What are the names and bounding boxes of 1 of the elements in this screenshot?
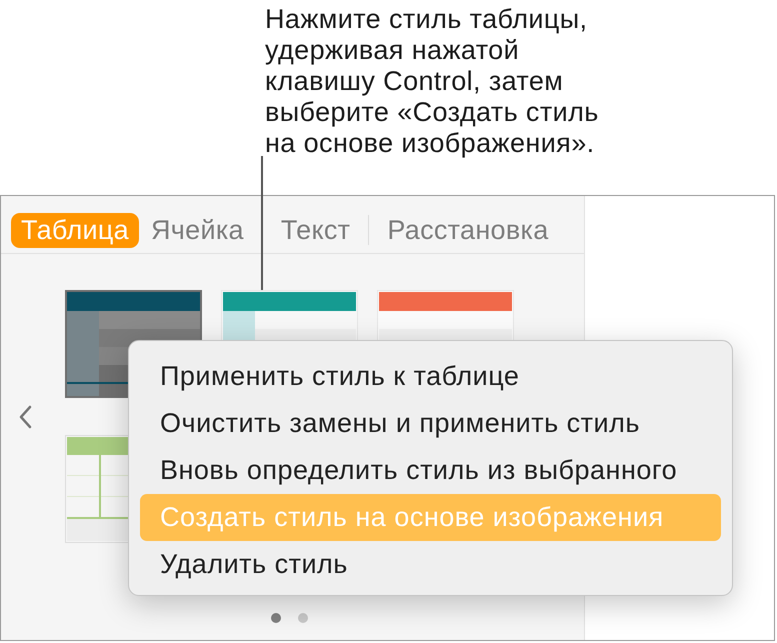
callout-text: Нажмите стиль таблицы, удерживая нажатой клавишу Control, затем выберите «Создать стиль на основе изображения». (264, 3, 600, 159)
